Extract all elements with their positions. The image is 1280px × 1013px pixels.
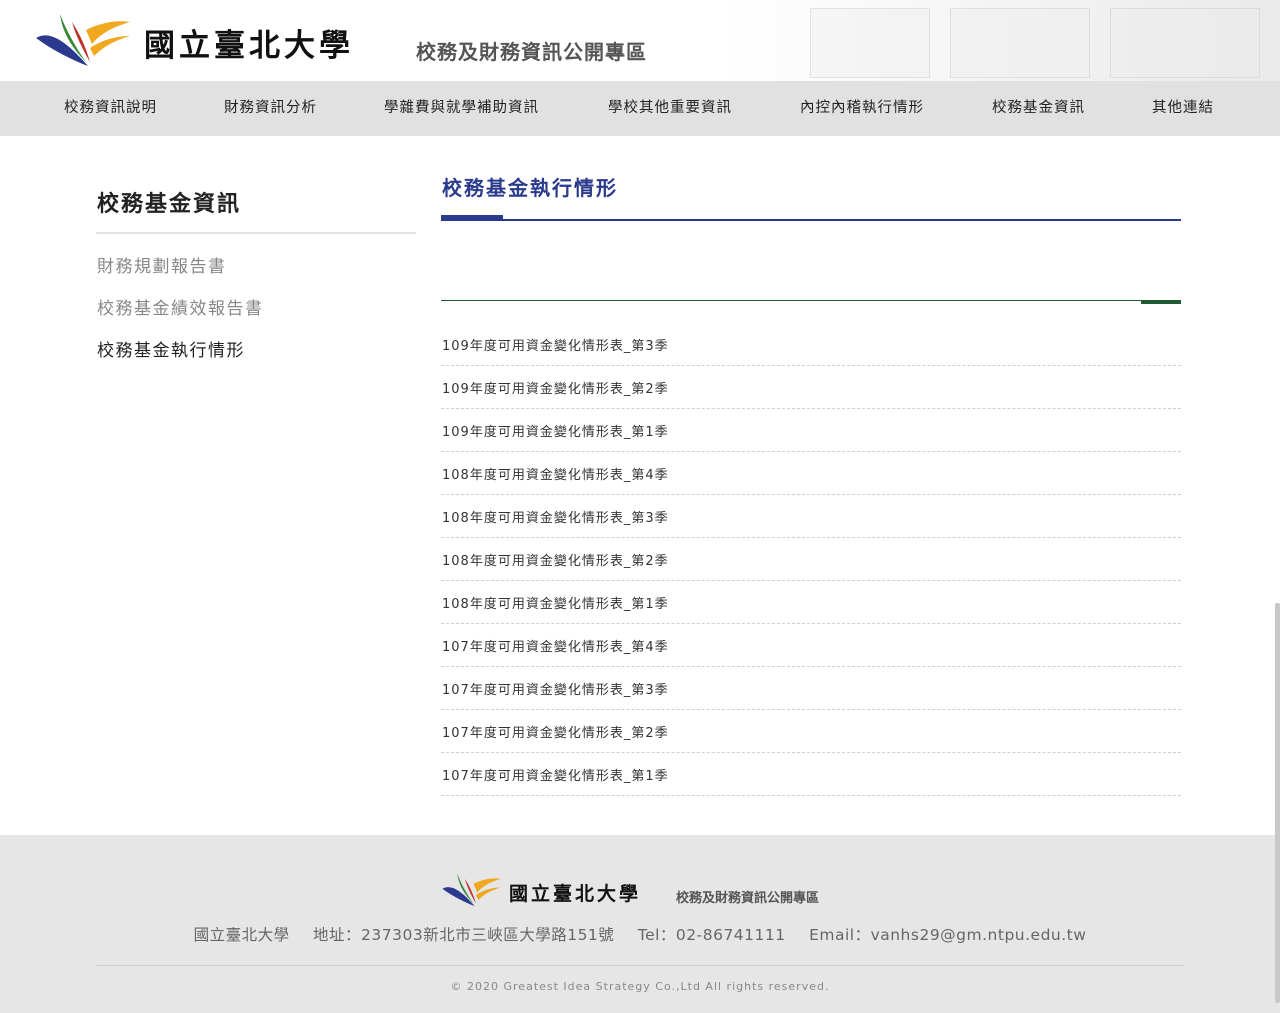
document-link[interactable]: 107年度可用資金變化情形表_第1季 [441, 753, 1181, 796]
brand-subtitle[interactable]: 校務及財務資訊公開專區 [416, 36, 647, 65]
footer-divider [96, 965, 1184, 966]
title-underline [441, 219, 1181, 221]
footer-logo-icon [442, 873, 501, 907]
university-logo-icon[interactable] [32, 8, 132, 72]
page-title: 校務基金執行情形 [442, 176, 618, 200]
document-link[interactable]: 107年度可用資金變化情形表_第4季 [441, 624, 1181, 667]
title-underline-accent [441, 215, 503, 221]
footer-address: 地址：237303新北市三峽區大學路151號 [313, 926, 615, 944]
sidebar-item-financial-plan[interactable]: 財務規劃報告書 [97, 252, 227, 277]
site-footer: 國立臺北大學 校務及財務資訊公開專區 國立臺北大學 地址：237303新北市三峽… [0, 835, 1280, 1013]
site-header: 國立臺北大學 校務及財務資訊公開專區 [0, 0, 1280, 81]
nav-item-tuition-aid[interactable]: 學雜費與就學補助資訊 [384, 81, 539, 136]
nav-item-school-fund[interactable]: 校務基金資訊 [992, 81, 1085, 136]
nav-item-school-info[interactable]: 校務資訊說明 [64, 81, 157, 136]
nav-item-other-links[interactable]: 其他連結 [1152, 81, 1214, 136]
main-nav: 校務資訊說明 財務資訊分析 學雜費與就學補助資訊 學校其他重要資訊 內控內稽執行… [0, 81, 1280, 136]
sidebar-item-fund-execution[interactable]: 校務基金執行情形 [97, 336, 245, 361]
footer-email[interactable]: Email：vanhs29@gm.ntpu.edu.tw [809, 926, 1086, 944]
nav-item-other-important[interactable]: 學校其他重要資訊 [608, 81, 732, 136]
footer-tel: Tel：02-86741111 [637, 926, 786, 944]
document-list: 109年度可用資金變化情形表_第3季 109年度可用資金變化情形表_第2季 10… [441, 323, 1181, 796]
document-link[interactable]: 107年度可用資金變化情形表_第3季 [441, 667, 1181, 710]
footer-contact-info: 國立臺北大學 地址：237303新北市三峽區大學路151號 Tel：02-867… [0, 923, 1280, 945]
header-background-image [720, 0, 1280, 81]
document-link[interactable]: 109年度可用資金變化情形表_第2季 [441, 366, 1181, 409]
document-link[interactable]: 108年度可用資金變化情形表_第3季 [441, 495, 1181, 538]
sidebar-title: 校務基金資訊 [97, 192, 242, 217]
document-link[interactable]: 108年度可用資金變化情形表_第1季 [441, 581, 1181, 624]
page-scrollbar[interactable] [1275, 603, 1280, 1003]
footer-copyright: © 2020 Greatest Idea Strategy Co.,Ltd Al… [450, 980, 830, 993]
section-divider [441, 300, 1181, 301]
document-link[interactable]: 108年度可用資金變化情形表_第2季 [441, 538, 1181, 581]
footer-brand-subtitle: 校務及財務資訊公開專區 [676, 891, 820, 906]
section-divider-accent [1141, 300, 1181, 304]
footer-brand-name: 國立臺北大學 [509, 883, 642, 905]
document-link[interactable]: 109年度可用資金變化情形表_第1季 [441, 409, 1181, 452]
nav-item-internal-control[interactable]: 內控內稽執行情形 [800, 81, 924, 136]
document-link[interactable]: 107年度可用資金變化情形表_第2季 [441, 710, 1181, 753]
sidebar-item-performance-report[interactable]: 校務基金績效報告書 [97, 294, 264, 319]
sidebar-divider [96, 232, 416, 234]
nav-item-finance-analysis[interactable]: 財務資訊分析 [224, 81, 317, 136]
document-link[interactable]: 109年度可用資金變化情形表_第3季 [441, 323, 1181, 366]
brand-name[interactable]: 國立臺北大學 [144, 20, 354, 65]
footer-school-name: 國立臺北大學 [193, 926, 290, 944]
document-link[interactable]: 108年度可用資金變化情形表_第4季 [441, 452, 1181, 495]
